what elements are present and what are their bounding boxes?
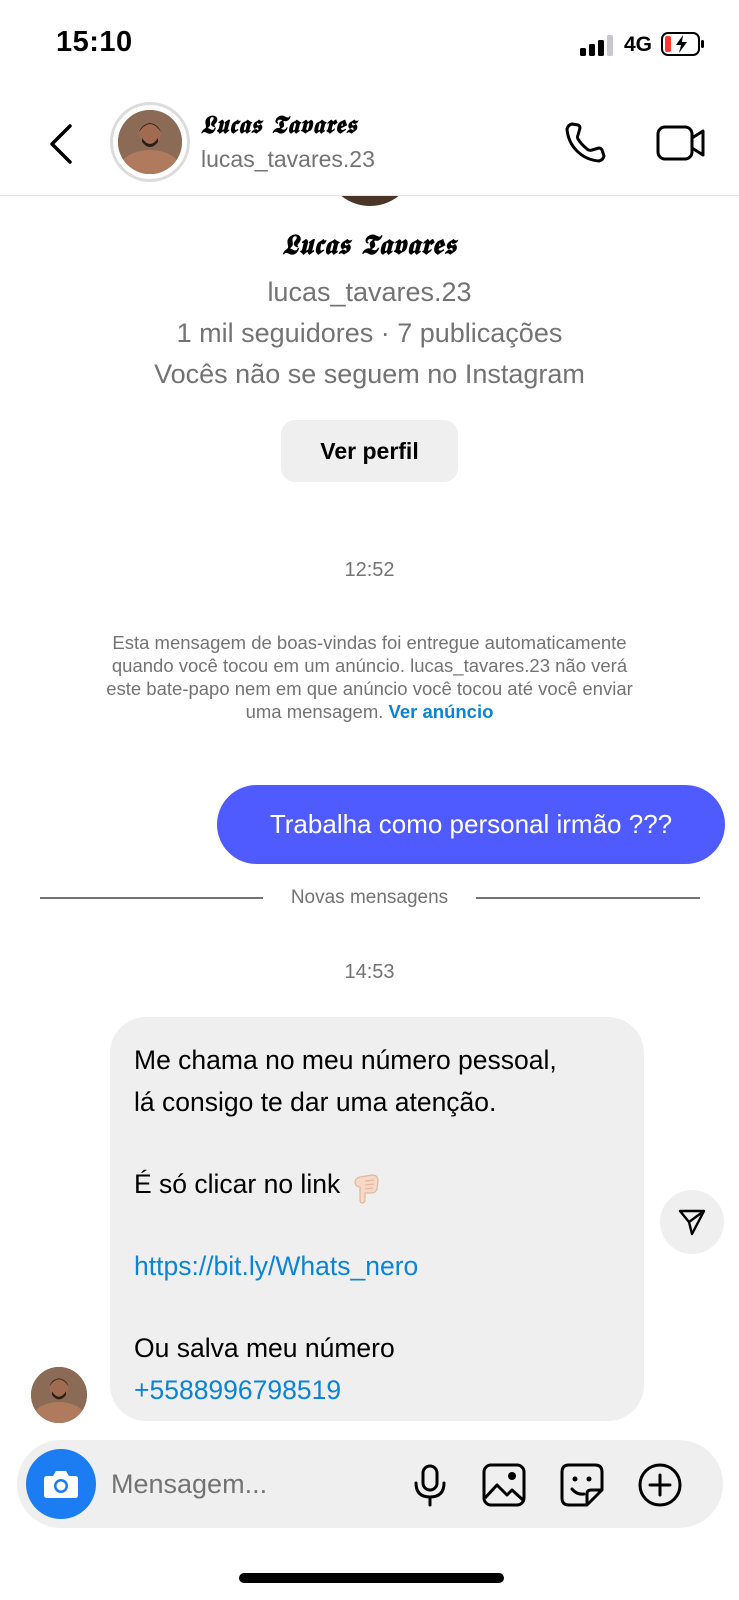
- contact-username[interactable]: lucas_tavares.23: [201, 146, 375, 173]
- avatar: [118, 110, 182, 174]
- divider: [476, 897, 700, 899]
- profile-stats: 1 mil seguidores · 7 publicações: [176, 318, 563, 348]
- back-icon[interactable]: [44, 120, 80, 168]
- message-composer: [17, 1440, 723, 1528]
- header-avatar[interactable]: [110, 102, 190, 182]
- follow-status: Vocês não se seguem no Instagram: [154, 359, 585, 389]
- home-indicator[interactable]: [239, 1573, 504, 1583]
- camera-icon: [44, 1471, 78, 1498]
- timestamp: 14:53: [344, 961, 395, 983]
- gallery-icon[interactable]: [481, 1462, 527, 1508]
- message-text: É só clicar no link: [134, 1169, 341, 1199]
- hand-pointing-down-icon: [354, 1174, 379, 1204]
- plus-icon[interactable]: [637, 1462, 683, 1508]
- video-icon[interactable]: [656, 120, 706, 166]
- message-line: lá consigo te dar uma atenção.: [134, 1087, 497, 1117]
- avatar[interactable]: [31, 1367, 87, 1423]
- message-line: Ou salva meu número: [134, 1333, 395, 1363]
- sticker-icon[interactable]: [559, 1462, 605, 1508]
- instagram-dm-screen: 15:10 4G 𝕷𝖚𝖈𝖆𝖘 𝕿𝖆𝖛𝖆𝖗𝖊𝖘 lucas_tavares.23 …: [0, 0, 739, 1600]
- message-line: Me chama no meu número pessoal,: [134, 1045, 557, 1075]
- send-icon: [678, 1209, 706, 1236]
- message-line: É só clicar no link: [134, 1163, 620, 1205]
- profile-name: 𝕷𝖚𝖈𝖆𝖘 𝕿𝖆𝖛𝖆𝖗𝖊𝖘: [282, 228, 457, 261]
- view-ad-link[interactable]: Ver anúncio: [389, 701, 494, 722]
- message-input[interactable]: [111, 1462, 381, 1506]
- outgoing-message[interactable]: Trabalha como personal irmão ???: [217, 785, 725, 864]
- system-message-text: Esta mensagem de boas-vindas foi entregu…: [106, 632, 633, 722]
- status-bar: 15:10 4G: [0, 0, 739, 90]
- system-message: Esta mensagem de boas-vindas foi entregu…: [96, 631, 643, 723]
- signal-icon: [580, 34, 616, 56]
- divider: [40, 897, 263, 899]
- microphone-icon[interactable]: [407, 1462, 453, 1508]
- share-button[interactable]: [660, 1190, 724, 1254]
- call-icon[interactable]: [562, 120, 608, 166]
- incoming-message[interactable]: Me chama no meu número pessoal, lá consi…: [110, 1017, 644, 1421]
- status-time: 15:10: [56, 26, 133, 58]
- new-messages-label: Novas mensagens: [290, 887, 449, 908]
- network-label: 4G: [624, 33, 653, 56]
- view-profile-button[interactable]: Ver perfil: [281, 420, 458, 482]
- chat-header: 𝕷𝖚𝖈𝖆𝖘 𝕿𝖆𝖛𝖆𝖗𝖊𝖘 lucas_tavares.23: [0, 92, 739, 196]
- battery-icon: [661, 32, 704, 56]
- phone-link[interactable]: +5588996798519: [134, 1375, 341, 1405]
- profile-username: lucas_tavares.23: [267, 277, 472, 307]
- contact-name[interactable]: 𝕷𝖚𝖈𝖆𝖘 𝕿𝖆𝖛𝖆𝖗𝖊𝖘: [201, 110, 357, 140]
- whatsapp-link[interactable]: https://bit.ly/Whats_nero: [134, 1251, 418, 1281]
- camera-button[interactable]: [26, 1449, 96, 1519]
- timestamp: 12:52: [344, 559, 395, 581]
